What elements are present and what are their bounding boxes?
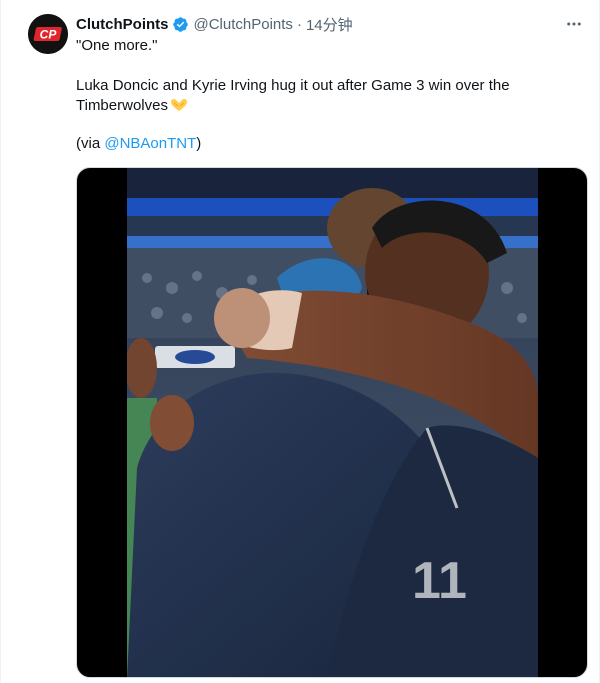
tweet-credit: (via @NBAonTNT) — [76, 134, 579, 154]
separator-dot: · — [296, 15, 302, 33]
tweet-body-line-1: Luka Doncic and Kyrie Irving hug it out … — [76, 77, 510, 94]
video-media[interactable]: 11 — [76, 167, 588, 678]
timestamp[interactable]: 14分钟 — [306, 14, 353, 35]
tweet-body-line-2-text: Timberwolves — [76, 97, 168, 114]
via-prefix: (via — [76, 135, 105, 152]
verified-badge-icon[interactable] — [172, 16, 189, 33]
players-hugging-image: 11 — [127, 168, 538, 677]
tweet-body-line-2: Timberwolves — [76, 96, 579, 119]
avatar[interactable]: CP — [28, 14, 68, 54]
nbaontnt-mention-link[interactable]: @NBAonTNT — [104, 135, 196, 152]
clutchpoints-logo-icon: CP — [28, 14, 68, 54]
tweet-header: ClutchPoints @ClutchPoints · 14分钟 — [76, 14, 583, 34]
user-handle[interactable]: @ClutchPoints — [194, 16, 293, 33]
video-frame: 11 — [127, 168, 538, 677]
more-options-icon[interactable] — [563, 14, 585, 34]
display-name[interactable]: ClutchPoints — [76, 16, 169, 33]
avatar-text: CP — [40, 28, 58, 42]
tweet-quote: "One more." — [76, 37, 158, 54]
tweet-card[interactable]: CP ClutchPoints @ClutchPoints · 14分钟 "On… — [0, 0, 600, 683]
handshake-heart-emoji-icon — [170, 97, 188, 119]
tweet-body: Luka Doncic and Kyrie Irving hug it out … — [76, 76, 579, 119]
via-suffix: ) — [196, 135, 202, 152]
